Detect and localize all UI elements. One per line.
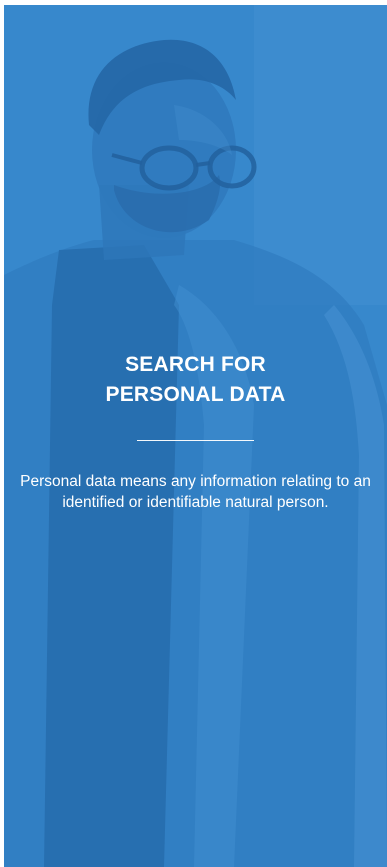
page-title: SEARCH FOR PERSONAL DATA: [4, 350, 387, 410]
title-line-2: PERSONAL DATA: [105, 383, 286, 406]
hero-content: SEARCH FOR PERSONAL DATA Personal data m…: [4, 350, 387, 513]
title-divider: [137, 440, 254, 441]
title-line-1: SEARCH FOR: [125, 353, 266, 376]
hero-panel: SEARCH FOR PERSONAL DATA Personal data m…: [4, 5, 387, 867]
description-text: Personal data means any information rela…: [20, 473, 371, 511]
